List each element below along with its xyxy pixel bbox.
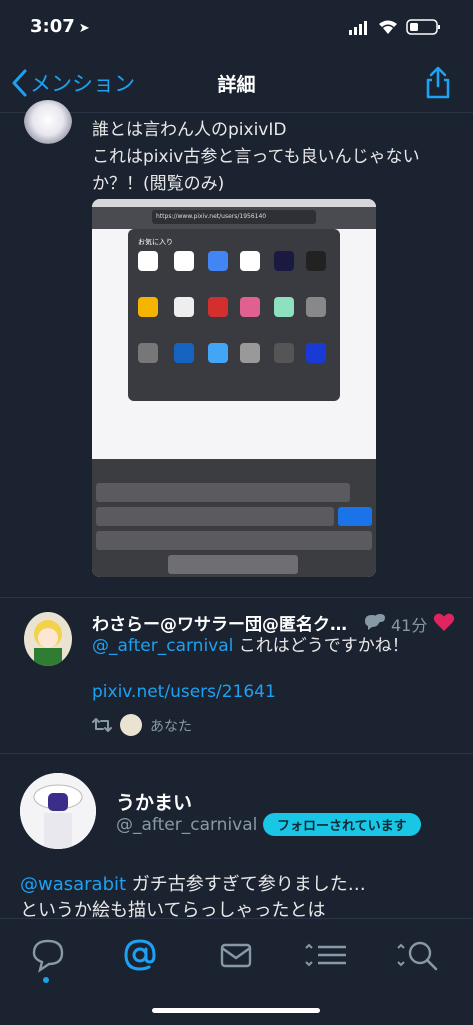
- embedded-safari-toolbar: https://www.pixiv.net/users/1956140: [92, 207, 376, 229]
- home-indicator: [152, 1008, 320, 1013]
- app-tile: [174, 251, 194, 271]
- app-tile: [306, 251, 326, 271]
- heart-icon[interactable]: [433, 612, 455, 632]
- app-tile: [208, 343, 228, 363]
- avatar: [120, 714, 142, 736]
- keyboard-row: [96, 507, 334, 526]
- embedded-statusbar: [92, 199, 376, 207]
- tweet-text-body: これはどうですかね！: [233, 636, 409, 656]
- tweet-timestamp: 41分: [391, 616, 428, 635]
- speech-bubble-icon: [32, 939, 64, 973]
- app-tile: [208, 251, 228, 271]
- avatar-illustration: [34, 620, 62, 666]
- page-title: 詳細: [217, 74, 256, 96]
- tab-messages[interactable]: [218, 937, 254, 968]
- tweet-text: 誰とは言わん人のpixivID これはpixiv古参と言っても良いんじゃない か…: [92, 117, 452, 198]
- tab-home[interactable]: [30, 937, 66, 983]
- share-icon[interactable]: [423, 66, 453, 100]
- app-tile: [274, 343, 294, 363]
- conversation-icon: [365, 614, 385, 630]
- keyboard-row: [96, 531, 372, 550]
- tab-mentions[interactable]: [122, 937, 158, 971]
- app-tile: [138, 297, 158, 317]
- profile-name[interactable]: うかまい: [116, 788, 192, 815]
- retweet-icon: [92, 718, 112, 732]
- tab-search[interactable]: [396, 937, 442, 971]
- tweet-text-line: これはpixiv古参と言っても良いんじゃない: [92, 147, 420, 167]
- tweet-text: @wasarabit ガチ古参すぎて参りました… というか絵も描いてらっしゃった…: [20, 872, 460, 924]
- keyboard-space-key: [168, 555, 298, 574]
- divider: [0, 753, 473, 754]
- status-icons: [349, 19, 440, 35]
- keyboard-row: [96, 483, 350, 502]
- tweet-text-body: ガチ古参すぎて参りました…: [126, 874, 366, 895]
- app-tile: [138, 251, 158, 271]
- avatar[interactable]: [24, 612, 72, 666]
- mention-link[interactable]: @wasarabit: [20, 874, 126, 895]
- navigation-bar: メンション 詳細: [0, 56, 473, 113]
- retweeted-by-label: あなた: [150, 719, 192, 735]
- tweet-text: @_after_carnival これはどうですかね！: [92, 634, 452, 658]
- app-tile: [274, 251, 294, 271]
- user-display-name[interactable]: わさらー@ワサラー団@匿名ク…: [92, 610, 362, 635]
- embedded-keyboard: [92, 459, 376, 577]
- app-tile: [274, 297, 294, 317]
- url-link[interactable]: pixiv.net/users/21641: [92, 682, 276, 702]
- app-tile: [306, 297, 326, 317]
- app-tile: [240, 251, 260, 271]
- app-tile: [306, 343, 326, 363]
- avatar[interactable]: [20, 773, 96, 849]
- tweet-media-image[interactable]: https://www.pixiv.net/users/1956140 お気に入…: [92, 199, 376, 577]
- tweet-text-line: @wasarabit ガチ古参すぎて参りました…: [20, 872, 460, 898]
- app-tile: [240, 297, 260, 317]
- app-tile: [174, 343, 194, 363]
- profile-handle[interactable]: @_after_carnival: [116, 815, 257, 835]
- app-tile: [208, 297, 228, 317]
- favorites-title: お気に入り: [138, 238, 173, 246]
- tweet-text-line: 誰とは言わん人のpixivID: [92, 120, 287, 140]
- list-icon: [305, 943, 346, 967]
- envelope-icon: [220, 943, 252, 968]
- keyboard-return-key: [338, 507, 372, 526]
- tab-lists[interactable]: [304, 937, 350, 967]
- avatar[interactable]: [24, 100, 72, 144]
- app-tile: [240, 343, 260, 363]
- mention-link[interactable]: @_after_carnival: [92, 636, 233, 656]
- search-icon: [397, 941, 438, 971]
- at-sign-icon: [124, 939, 156, 971]
- tweet-text-line: か？！(閲覧のみ): [92, 174, 225, 194]
- app-tile: [174, 297, 194, 317]
- embedded-favorites-popup: お気に入り: [128, 229, 340, 401]
- divider: [0, 597, 473, 598]
- status-time: 3:07 ➤: [30, 16, 90, 37]
- follows-you-badge: フォローされています: [263, 813, 421, 836]
- avatar-illustration: [20, 773, 96, 849]
- embedded-url-bar: https://www.pixiv.net/users/1956140: [152, 210, 316, 224]
- app-tile: [138, 343, 158, 363]
- unread-dot: [43, 977, 49, 983]
